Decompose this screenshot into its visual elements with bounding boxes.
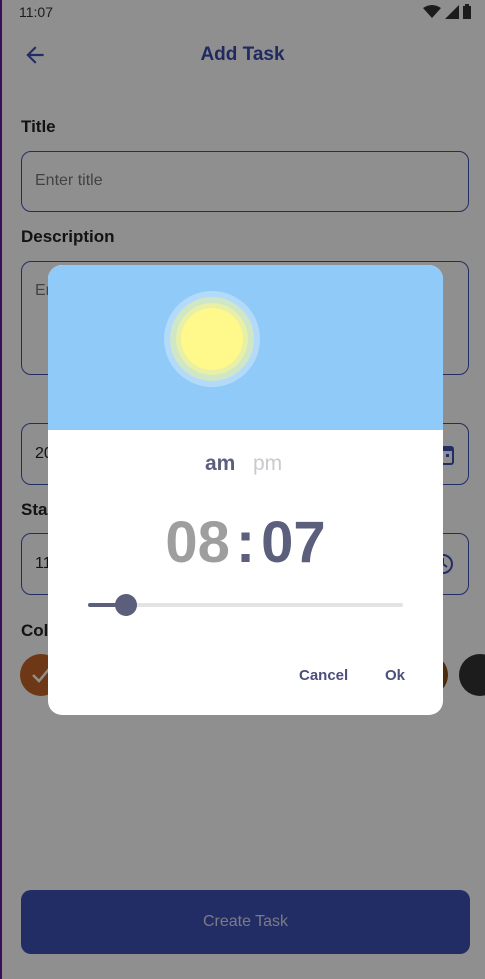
slider-thumb[interactable] xyxy=(114,594,137,616)
cancel-button[interactable]: Cancel xyxy=(299,667,348,684)
time-slider[interactable] xyxy=(88,594,403,616)
ok-button[interactable]: Ok xyxy=(385,667,405,684)
pm-toggle[interactable]: pm xyxy=(253,452,282,476)
time-display: 08:07 xyxy=(48,509,443,576)
time-picker-dialog: am pm 08:07 Cancel Ok xyxy=(48,265,443,715)
sky-header xyxy=(48,265,443,430)
time-separator: : xyxy=(235,510,256,575)
minute-value[interactable]: 07 xyxy=(261,510,326,575)
hour-value[interactable]: 08 xyxy=(165,510,230,575)
sun-icon xyxy=(164,291,260,387)
am-toggle[interactable]: am xyxy=(205,452,235,476)
